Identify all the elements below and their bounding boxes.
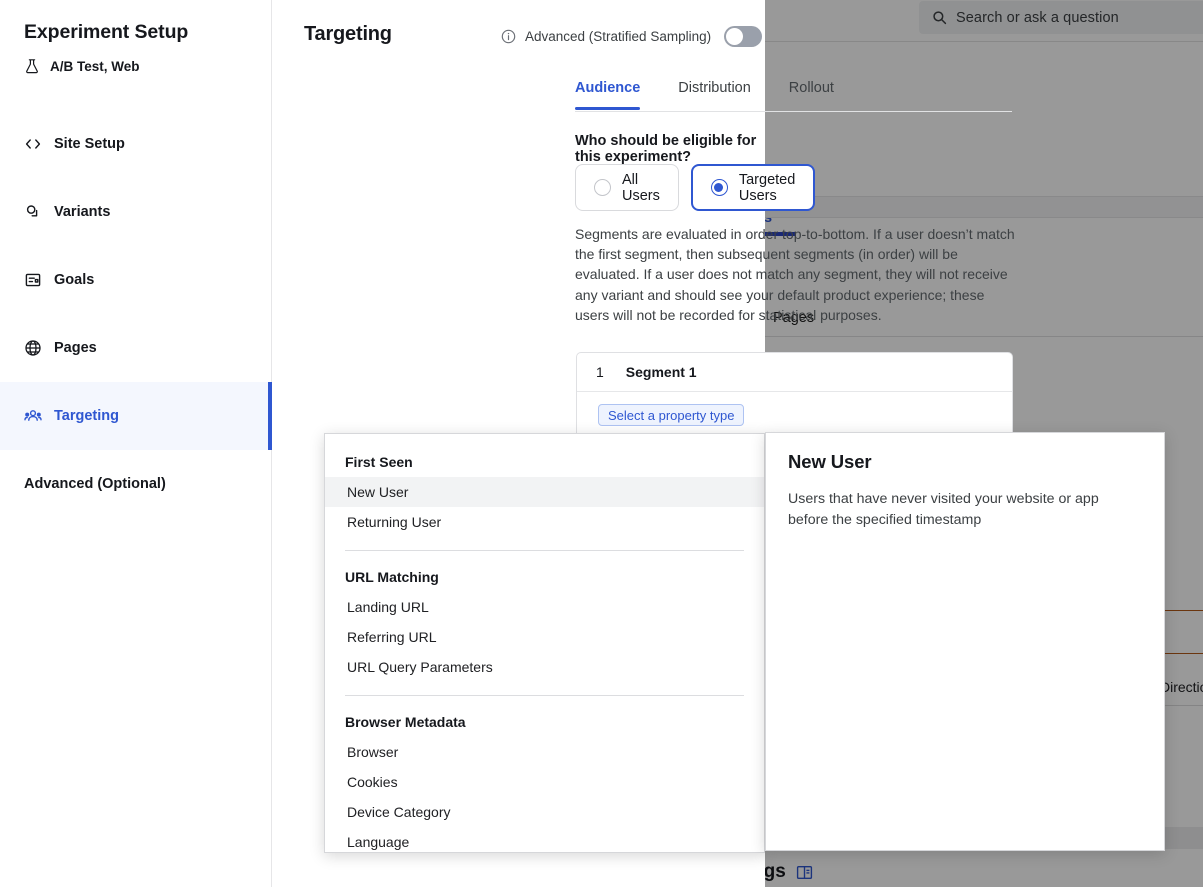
sidebar-item-label: Advanced (Optional)	[24, 476, 166, 492]
app-root: Search or ask a question s Pages Directi…	[0, 0, 1203, 887]
radio-targeted-users[interactable]: Targeted Users	[690, 164, 816, 211]
menu-item-language[interactable]: Language	[325, 827, 764, 852]
goals-icon	[24, 271, 42, 289]
menu-item-returning-user[interactable]: Returning User	[325, 507, 764, 537]
menu-item-device-category[interactable]: Device Category	[325, 797, 764, 827]
tooltip-body: Users that have never visited your websi…	[788, 491, 1099, 528]
globe-icon	[24, 339, 42, 357]
sidebar-item-label: Targeting	[54, 408, 119, 424]
segment-name[interactable]: Segment 1	[626, 364, 697, 380]
flask-icon	[24, 58, 40, 74]
sidebar: Experiment Setup A/B Test, Web Site Setu…	[0, 0, 272, 887]
menu-group-label-url-matching: URL Matching	[345, 569, 439, 585]
segment-number: 1	[596, 364, 604, 380]
sidebar-item-label: Site Setup	[54, 136, 125, 152]
people-icon	[24, 407, 42, 425]
variants-icon	[24, 203, 42, 221]
panel-tabs: Audience Distribution Rollout	[575, 80, 1015, 110]
menu-item-new-user[interactable]: New User	[325, 477, 764, 507]
sidebar-item-variants[interactable]: Variants	[0, 178, 272, 246]
menu-group-label-first-seen: First Seen	[345, 454, 413, 470]
menu-item-referring-url[interactable]: Referring URL	[325, 622, 764, 652]
property-type-dropdown: First Seen New User Returning User URL M…	[324, 433, 765, 853]
sidebar-item-label: Pages	[54, 340, 97, 356]
radio-circle-icon	[594, 179, 611, 196]
segment-body: Select a property type	[577, 392, 1012, 426]
toggle-knob	[726, 28, 744, 45]
radio-label: All Users	[622, 171, 660, 204]
code-brackets-icon	[24, 135, 42, 153]
menu-separator	[345, 695, 744, 696]
menu-item-browser[interactable]: Browser	[325, 737, 764, 767]
radio-all-users[interactable]: All Users	[575, 164, 679, 211]
experiment-type-label: A/B Test, Web	[50, 58, 140, 74]
radio-circle-icon	[710, 179, 728, 196]
menu-separator	[345, 550, 744, 551]
advanced-toggle-label: Advanced (Stratified Sampling)	[525, 29, 712, 44]
advanced-stratified-sampling-control: Advanced (Stratified Sampling)	[501, 26, 763, 47]
sidebar-item-label: Goals	[54, 272, 95, 288]
tab-distribution[interactable]: Distribution	[678, 80, 751, 109]
sidebar-nav: Site Setup Variants Goals Pages Targetin…	[0, 110, 272, 518]
page-title: Experiment Setup	[24, 21, 189, 43]
menu-top-spacer	[325, 434, 764, 447]
tab-audience[interactable]: Audience	[575, 80, 641, 110]
sidebar-item-advanced[interactable]: Advanced (Optional)	[0, 450, 272, 518]
property-description-panel: New User Users that have never visited y…	[765, 432, 1165, 851]
tab-rollout[interactable]: Rollout	[789, 80, 834, 109]
sidebar-item-goals[interactable]: Goals	[0, 246, 272, 314]
tabs-divider	[575, 111, 1012, 112]
sidebar-item-targeting[interactable]: Targeting	[0, 382, 272, 450]
select-property-type-button[interactable]: Select a property type	[598, 404, 745, 426]
advanced-toggle[interactable]	[724, 26, 763, 47]
panel-title: Targeting	[304, 23, 392, 45]
menu-item-cookies[interactable]: Cookies	[325, 767, 764, 797]
menu-item-url-query-parameters[interactable]: URL Query Parameters	[325, 652, 764, 682]
menu-item-landing-url[interactable]: Landing URL	[325, 592, 764, 622]
sidebar-item-site-setup[interactable]: Site Setup	[0, 110, 272, 178]
eligibility-question: Who should be eligible for this experime…	[575, 133, 757, 165]
sidebar-item-label: Variants	[54, 204, 111, 220]
eligibility-radio-group: All Users Targeted Users	[575, 164, 816, 211]
sidebar-item-pages[interactable]: Pages	[0, 314, 272, 382]
experiment-type: A/B Test, Web	[24, 58, 140, 74]
segments-description: Segments are evaluated in order top-to-b…	[575, 226, 1015, 323]
tooltip-title: New User	[788, 451, 872, 472]
menu-group-label-browser-metadata: Browser Metadata	[345, 714, 466, 730]
segment-header: 1 Segment 1	[577, 353, 1012, 392]
info-circle-icon[interactable]	[501, 29, 516, 44]
radio-label: Targeted Users	[738, 171, 796, 204]
